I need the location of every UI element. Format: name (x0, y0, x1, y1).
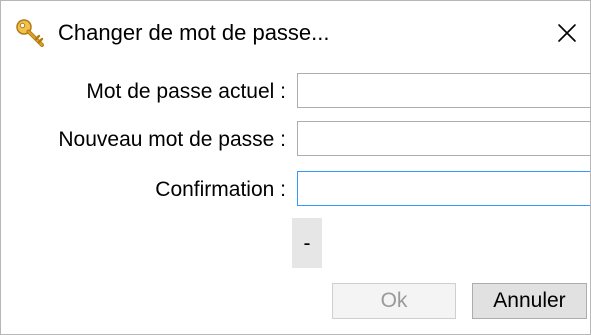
ok-button[interactable]: Ok (332, 283, 456, 319)
key-icon (15, 18, 45, 48)
close-button[interactable] (547, 15, 587, 53)
confirmation-field[interactable] (297, 171, 590, 206)
current-password-label: Mot de passe actuel : (86, 80, 286, 103)
change-password-dialog: Changer de mot de passe... Mot de passe … (0, 0, 591, 335)
new-password-label: Nouveau mot de passe : (58, 128, 286, 151)
current-password-field[interactable] (297, 73, 590, 108)
close-icon (558, 24, 576, 42)
window-title: Changer de mot de passe... (58, 20, 330, 45)
new-password-field[interactable] (297, 121, 590, 156)
confirmation-label: Confirmation : (155, 178, 286, 201)
cancel-button[interactable]: Annuler (472, 283, 587, 319)
password-strength-indicator: - (292, 218, 322, 268)
title-bar[interactable]: Changer de mot de passe... (1, 1, 590, 63)
strength-indicator-text: - (303, 232, 311, 255)
